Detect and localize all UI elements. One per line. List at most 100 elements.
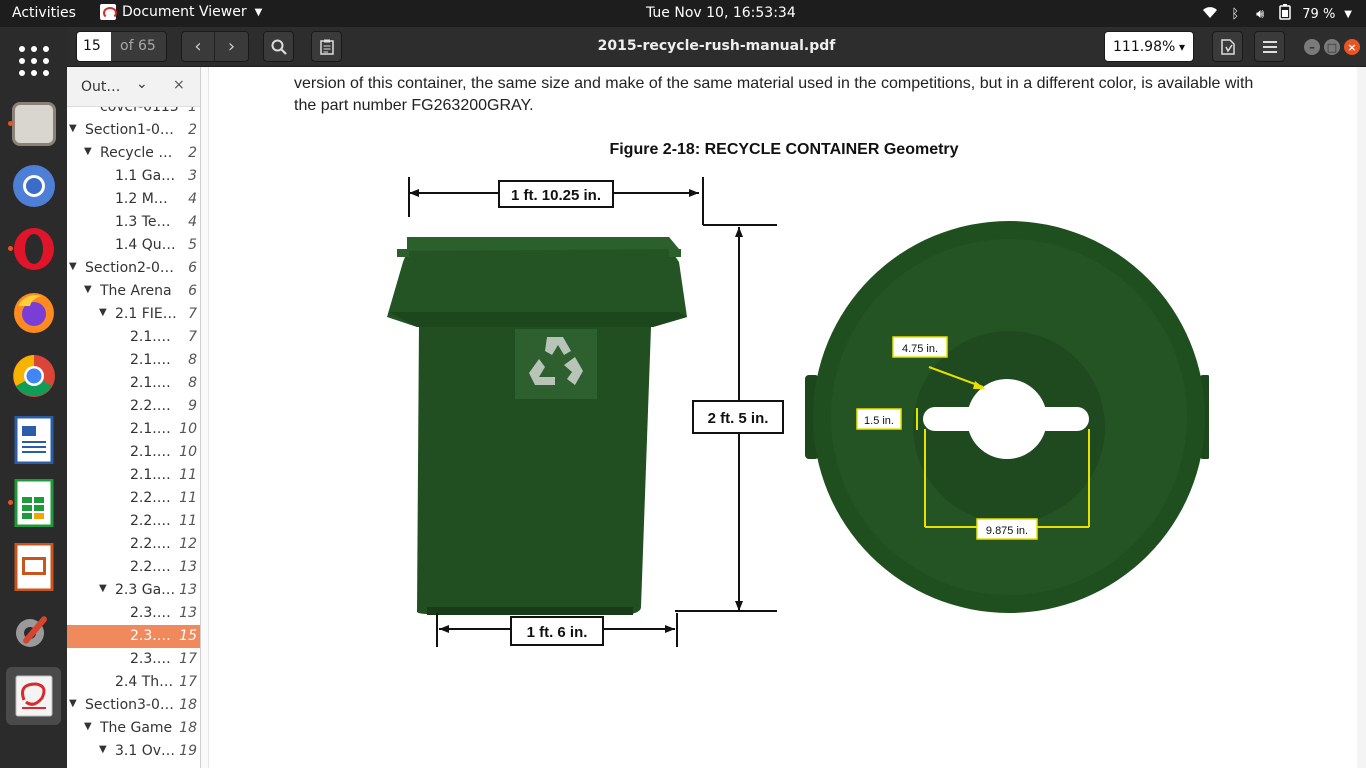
outline-item-page: 13 [179, 582, 197, 598]
outline-item[interactable]: 1.3 Te… 4 [67, 211, 200, 234]
dim-slot-height: 1.5 in. [864, 415, 894, 427]
app-menu[interactable]: Document Viewer ▼ [100, 4, 262, 20]
chevron-down-icon[interactable]: ⌄ [136, 76, 148, 92]
zoom-selector[interactable]: 111.98% ▾ [1104, 31, 1194, 62]
document-scrollbar[interactable] [1357, 67, 1366, 768]
dock-calc[interactable] [6, 474, 61, 532]
outline-item[interactable]: 1.4 Qu… 5 [67, 234, 200, 257]
outline-item[interactable]: 2.2.… 9 [67, 395, 200, 418]
top-bar: Activities Document Viewer ▼ Tue Nov 10,… [0, 0, 1366, 27]
outline-item-label: 2.3.… [130, 651, 171, 667]
close-button[interactable]: × [1344, 39, 1360, 55]
outline-item-page: 12 [179, 536, 197, 552]
outline-item[interactable]: 2.1.… 8 [67, 349, 200, 372]
outline-item[interactable]: 2.2.… 12 [67, 533, 200, 556]
dim-top-width: 1 ft. 10.25 in. [511, 187, 601, 204]
outline-item[interactable]: 2.1.… 11 [67, 464, 200, 487]
figure-caption: Figure 2-18: RECYCLE CONTAINER Geometry [609, 141, 959, 158]
bluetooth-icon: ᛒ [1231, 6, 1240, 22]
system-tray[interactable]: ᛒ 🔊︎ 79 % ▼ [1202, 4, 1352, 24]
container-side-view [387, 237, 687, 632]
outline-item[interactable]: 2.1.… 7 [67, 326, 200, 349]
outline-item[interactable]: ▼ 2.1 FIE… 7 [67, 303, 200, 326]
outline-item[interactable]: 2.1.… 8 [67, 372, 200, 395]
outline-item[interactable]: 2.3.… 17 [67, 648, 200, 671]
zoom-value: 111.98% [1113, 38, 1176, 55]
close-sidebar-icon[interactable]: × [173, 77, 185, 93]
outline-item[interactable]: 1.2 M… 4 [67, 188, 200, 211]
dock-firefox[interactable] [6, 283, 61, 341]
minimize-button[interactable]: – [1304, 39, 1320, 55]
save-copy-button[interactable] [1212, 31, 1243, 62]
document-viewer-icon [100, 4, 117, 20]
outline-item[interactable]: 1.1 Ga… 3 [67, 165, 200, 188]
dim-hole-offset: 4.75 in. [902, 343, 938, 355]
outline-item[interactable]: 2.2.… 11 [67, 510, 200, 533]
dock-files[interactable] [6, 95, 61, 153]
outline-item[interactable]: 2.4 Th… 17 [67, 671, 200, 694]
outline-item-page: 4 [188, 191, 197, 207]
outline-item-page: 11 [179, 490, 197, 506]
annotations-button[interactable] [311, 31, 342, 62]
running-indicator [8, 246, 13, 251]
dock-writer[interactable] [6, 411, 61, 469]
page-navigation: ‹ › [181, 31, 249, 62]
clock[interactable]: Tue Nov 10, 16:53:34 [646, 5, 796, 21]
opera-icon [13, 228, 54, 270]
dock-settings[interactable] [6, 602, 61, 660]
expander-triangle-icon[interactable]: ▼ [84, 284, 92, 295]
dock-chromium[interactable] [6, 157, 61, 215]
document-viewer-icon [15, 675, 52, 717]
expander-triangle-icon[interactable]: ▼ [99, 583, 107, 594]
document-save-icon [1220, 38, 1235, 55]
outline-item[interactable]: ▼ Section1-0… 2 [67, 119, 200, 142]
expander-triangle-icon[interactable]: ▼ [99, 744, 107, 755]
expander-triangle-icon[interactable]: ▼ [84, 721, 92, 732]
outline-item[interactable]: 2.3.… 15 [67, 625, 200, 648]
expander-triangle-icon[interactable]: ▼ [69, 261, 77, 272]
outline-item[interactable]: 2.2.… 11 [67, 487, 200, 510]
dock-opera[interactable] [6, 220, 61, 278]
chevron-left-icon: ‹ [194, 36, 202, 57]
page-number-input[interactable]: 15 [77, 32, 111, 61]
calc-icon [14, 479, 53, 527]
outline-item[interactable]: ▼ 3.1 Ov… 19 [67, 740, 200, 763]
sidebar-scrollbar[interactable] [201, 67, 209, 768]
show-apps-button[interactable] [6, 32, 61, 90]
search-button[interactable] [263, 31, 294, 62]
dock-impress[interactable] [6, 538, 61, 596]
expander-triangle-icon[interactable]: ▼ [84, 146, 92, 157]
activities-button[interactable]: Activities [12, 5, 76, 21]
outline-item-page: 8 [188, 375, 197, 391]
outline-item[interactable]: ▼ Recycle … 2 [67, 142, 200, 165]
outline-item-page: 15 [179, 628, 197, 644]
outline-item-label: 2.1.… [130, 467, 171, 483]
dock-document-viewer[interactable] [6, 667, 61, 725]
outline-item-label: 3.1 Ov… [115, 743, 176, 759]
outline-item[interactable]: 2.1.… 10 [67, 418, 200, 441]
outline-item-page: 11 [179, 467, 197, 483]
outline-item[interactable]: ▼ The Game 18 [67, 717, 200, 740]
document-page: version of this container, the same size… [209, 67, 1357, 768]
maximize-button[interactable]: □ [1324, 39, 1340, 55]
expander-triangle-icon[interactable]: ▼ [99, 307, 107, 318]
expander-triangle-icon[interactable]: ▼ [69, 123, 77, 134]
outline-item[interactable]: ▼ The Arena 6 [67, 280, 200, 303]
expander-triangle-icon[interactable]: ▼ [69, 698, 77, 709]
previous-page-button[interactable]: ‹ [182, 32, 216, 61]
main-menu-button[interactable] [1254, 31, 1285, 62]
sidebar-mode-label[interactable]: Out… [81, 79, 120, 95]
outline-item-page: 13 [179, 559, 197, 575]
outline-item-page: 18 [179, 697, 197, 713]
outline-item[interactable]: 2.1.… 10 [67, 441, 200, 464]
outline-item[interactable]: ▼ 2.3 Ga… 13 [67, 579, 200, 602]
dock-chrome[interactable] [6, 347, 61, 405]
outline-item[interactable]: 2.2.… 13 [67, 556, 200, 579]
outline-item[interactable]: 2.3.… 13 [67, 602, 200, 625]
outline-item[interactable]: ▼ Section2-0… 6 [67, 257, 200, 280]
outline-item-label: 2.1.… [130, 329, 171, 345]
settings-icon [15, 616, 47, 647]
page-number-field[interactable]: 15 of 65 [76, 31, 167, 62]
next-page-button[interactable]: › [215, 32, 248, 61]
outline-item[interactable]: ▼ Section3-0… 18 [67, 694, 200, 717]
